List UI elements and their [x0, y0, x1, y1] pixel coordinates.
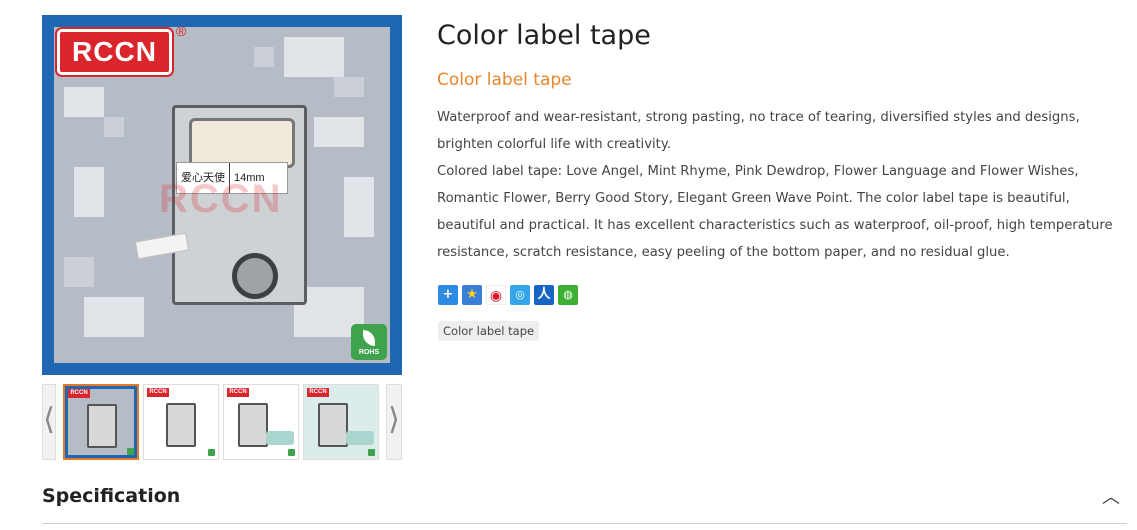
registered-mark: ® — [176, 27, 187, 39]
renren-icon[interactable]: 人 — [534, 285, 554, 305]
chevron-right-icon: ⟩ — [388, 402, 400, 437]
specification-heading: Specification — [42, 485, 181, 507]
thumbnail-prev-button[interactable]: ⟨ — [42, 384, 56, 460]
brand-logo: RCCN — [57, 29, 172, 75]
weibo-icon[interactable]: ◉ — [486, 285, 506, 305]
rohs-badge: ROHS — [351, 324, 387, 360]
thumbnail-brand: RCCN — [227, 388, 249, 397]
description-paragraph: Waterproof and wear-resistant, strong pa… — [437, 110, 1080, 152]
collapse-chevron-up-icon[interactable]: ︿ — [1100, 488, 1122, 508]
product-main-image[interactable]: RCCN ® 爱心天使 14mm RCCN ROHS — [42, 15, 402, 375]
thumbnail-2[interactable]: RCCN — [143, 384, 219, 460]
rohs-icon — [127, 448, 134, 455]
thumbnail-brand: RCCN — [307, 388, 329, 397]
wechat-icon[interactable]: ◍ — [558, 285, 578, 305]
tape-spool — [189, 118, 295, 168]
bookmark-star-icon[interactable]: ★ — [462, 285, 482, 305]
product-tag[interactable]: Color label tape — [438, 321, 540, 341]
description-paragraph: Colored label tape: Love Angel, Mint Rhy… — [437, 164, 1113, 260]
product-subtitle: Color label tape — [437, 70, 572, 90]
thumbnail-3[interactable]: RCCN — [223, 384, 299, 460]
thumbnail-tape — [266, 431, 294, 445]
thumbnail-brand: RCCN — [147, 388, 169, 397]
thumbnail-next-button[interactable]: ⟩ — [386, 384, 402, 460]
product-title: Color label tape — [437, 20, 651, 51]
specification-divider — [42, 523, 1127, 524]
thumbnail-tape — [346, 431, 374, 445]
rohs-icon — [288, 449, 295, 456]
tape-roll — [232, 253, 278, 299]
share-plus-icon[interactable]: + — [438, 285, 458, 305]
tencent-weibo-icon[interactable]: ◎ — [510, 285, 530, 305]
rohs-badge-label: ROHS — [358, 349, 380, 356]
product-photo: RCCN ® 爱心天使 14mm RCCN ROHS — [54, 27, 390, 363]
thumbnail-cartridge — [87, 404, 117, 448]
thumbnail-4[interactable]: RCCN — [303, 384, 379, 460]
leaf-icon — [363, 330, 375, 346]
share-bar: + ★ ◉ ◎ 人 ◍ — [438, 285, 578, 305]
thumbnail-cartridge — [318, 403, 348, 447]
thumbnail-brand: RCCN — [68, 389, 90, 398]
thumbnail-1[interactable]: RCCN — [63, 384, 139, 460]
thumbnail-cartridge — [166, 403, 196, 447]
product-description: Waterproof and wear-resistant, strong pa… — [437, 104, 1127, 266]
chevron-left-icon: ⟨ — [43, 402, 55, 437]
brand-watermark: RCCN — [159, 177, 283, 221]
rohs-icon — [208, 449, 215, 456]
thumbnail-cartridge — [238, 403, 268, 447]
rohs-icon — [368, 449, 375, 456]
